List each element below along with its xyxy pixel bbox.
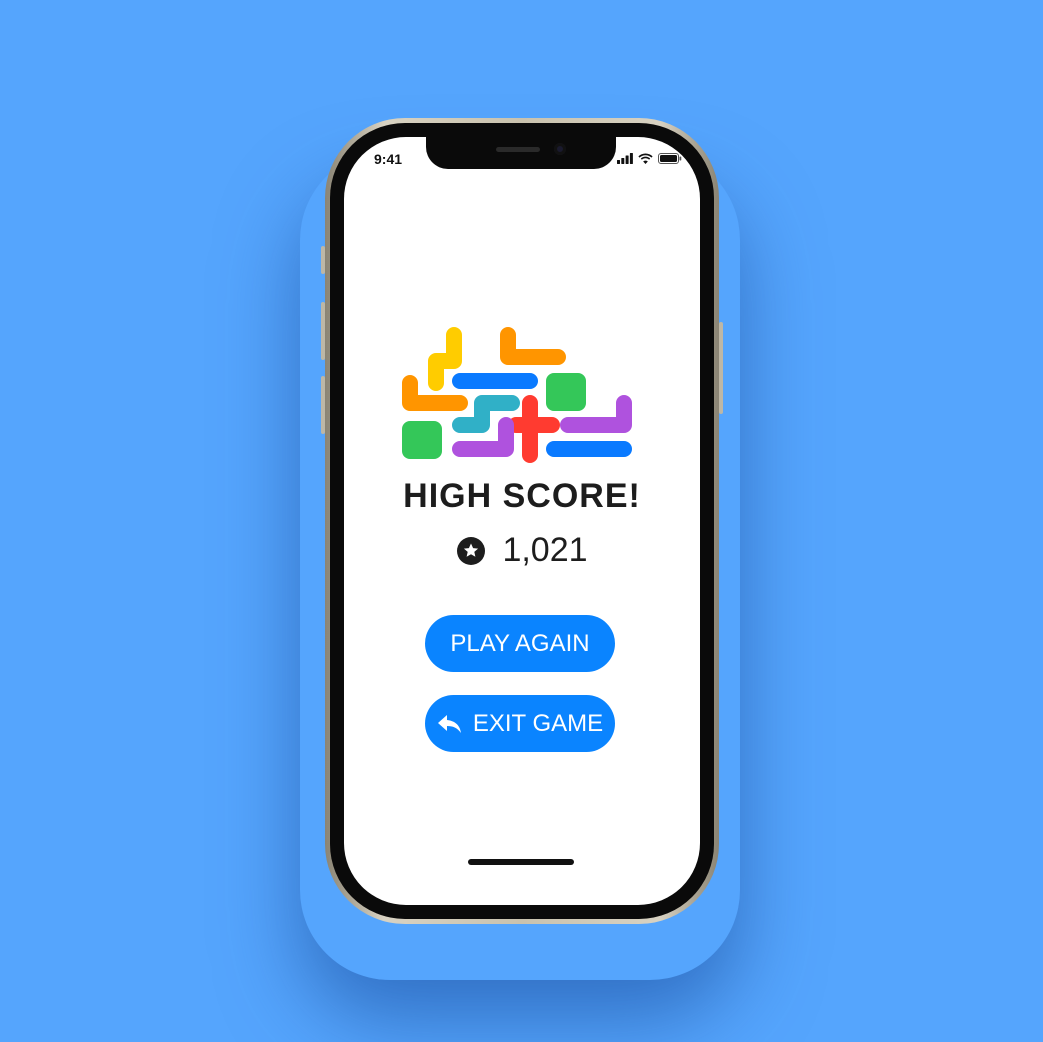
cellular-signal-icon (617, 153, 633, 164)
high-score-title: HIGH SCORE! (403, 477, 641, 515)
status-time: 9:41 (374, 151, 403, 167)
colorful-blocks-logo (402, 327, 632, 463)
app-screen: 9:41 HIGH SCORE! 1,021 PLAY AGAIN EXIT G… (344, 137, 700, 905)
power-button (719, 322, 723, 414)
phone-bezel: 9:41 HIGH SCORE! 1,021 PLAY AGAIN EXIT G… (330, 123, 714, 919)
exit-game-label: EXIT GAME (472, 709, 604, 737)
status-icons (617, 153, 682, 164)
logo-block-yellow (428, 327, 462, 391)
logo-block-green-left (402, 421, 442, 459)
score-value: 1,021 (502, 531, 588, 569)
exit-game-button[interactable]: EXIT GAME (425, 695, 615, 752)
phone-device: 9:41 HIGH SCORE! 1,021 PLAY AGAIN EXIT G… (321, 118, 723, 924)
mute-switch (321, 246, 325, 274)
home-indicator (468, 859, 574, 865)
score-row: 1,021 (344, 531, 700, 570)
play-again-button[interactable]: PLAY AGAIN (425, 615, 615, 672)
logo-block-orange-top (500, 327, 566, 365)
logo-block-green-right (546, 373, 586, 411)
wifi-icon (638, 153, 653, 164)
volume-down-button (321, 376, 325, 434)
star-circle-icon (457, 536, 486, 565)
front-camera (554, 143, 566, 155)
battery-icon (658, 153, 682, 164)
volume-up-button (321, 302, 325, 360)
play-again-label: PLAY AGAIN (450, 629, 590, 657)
reply-arrow-icon (437, 714, 461, 733)
earpiece-speaker (496, 147, 540, 152)
notch (426, 137, 616, 169)
